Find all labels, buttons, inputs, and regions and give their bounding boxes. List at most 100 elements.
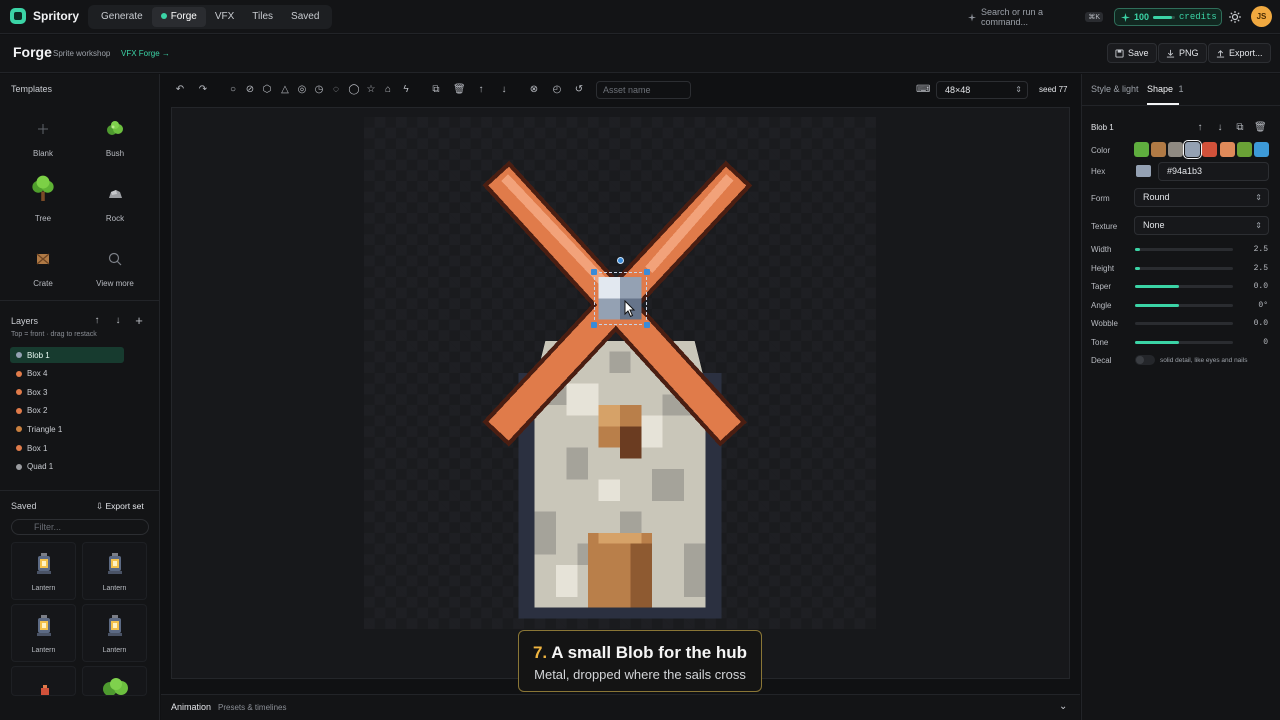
shape-cube-icon[interactable]: ⬡ [261, 84, 273, 96]
hex-input[interactable]: #94a1b3 [1158, 162, 1269, 181]
color-swatch[interactable] [1183, 140, 1203, 159]
add-layer-icon[interactable]: + [133, 314, 145, 327]
layer-item[interactable]: Box 4 [10, 366, 124, 382]
arrow-up-icon[interactable]: ↑ [475, 84, 487, 96]
shape-target-icon[interactable]: ◎ [296, 84, 308, 96]
selection-box [594, 272, 647, 325]
tab-shape[interactable]: Shape 1 [1147, 84, 1184, 94]
saved-item[interactable]: Lantern [82, 542, 147, 600]
layer-item[interactable]: Box 2 [10, 403, 124, 419]
asset-name-input[interactable]: Asset name [596, 81, 691, 99]
shape-bolt-icon[interactable]: ϟ [400, 84, 412, 96]
theme-toggle-icon[interactable] [1229, 11, 1241, 23]
nav-tab-vfx[interactable]: VFX [206, 7, 243, 27]
saved-item[interactable] [11, 666, 76, 696]
saved-item[interactable]: Lantern [82, 604, 147, 662]
template-label: Blank [32, 149, 53, 158]
canvas-size-select[interactable]: 48×48 ⇕ [936, 81, 1028, 99]
shape-circle-outline-icon[interactable]: ◯ [348, 84, 360, 96]
export-button[interactable]: Export... [1208, 43, 1271, 63]
form-select[interactable]: Round ⇕ [1134, 188, 1269, 207]
keyboard-icon[interactable]: ⌨ [916, 84, 930, 96]
windmill-sprite[interactable] [364, 117, 876, 629]
saved-filter-input[interactable]: Filter... [11, 519, 149, 535]
arrow-down-icon[interactable]: ↓ [498, 84, 510, 96]
nav-tab-generate[interactable]: Generate [92, 7, 152, 27]
slider-track[interactable] [1135, 322, 1233, 326]
template-rock[interactable]: Rock [85, 175, 145, 233]
duplicate-shape-icon[interactable]: ⧉ [1234, 122, 1246, 134]
color-swatch[interactable] [1236, 142, 1252, 157]
saved-item[interactable]: Lantern [11, 542, 76, 600]
resize-handle-br[interactable] [644, 322, 650, 328]
layer-item[interactable]: Blob 1 [10, 347, 124, 363]
color-swatch[interactable] [1253, 142, 1269, 157]
texture-select[interactable]: None ⇕ [1134, 216, 1269, 235]
slider-track[interactable] [1135, 248, 1233, 251]
tab-style-light[interactable]: Style & light [1091, 84, 1139, 94]
saved-item[interactable] [82, 666, 147, 696]
color-swatch[interactable] [1219, 142, 1235, 157]
color-swatch[interactable] [1151, 142, 1167, 157]
shape-link-icon[interactable]: ⊘ [244, 84, 256, 96]
mouse-cursor-icon [624, 300, 636, 318]
trash-icon[interactable]: 🗑 [453, 84, 466, 96]
slider-track[interactable] [1135, 303, 1233, 307]
user-avatar[interactable]: JS [1251, 6, 1272, 27]
png-button[interactable]: PNG [1158, 43, 1207, 63]
color-swatch[interactable] [1134, 142, 1149, 157]
caption-title: A small Blob for the hub [551, 643, 748, 662]
decal-toggle[interactable] [1135, 355, 1155, 365]
layer-item[interactable]: Box 3 [10, 384, 124, 400]
layer-item[interactable]: Box 1 [10, 440, 124, 456]
animation-bar[interactable]: Animation Presets & timelines ⌄ [161, 694, 1080, 720]
color-swatch[interactable] [1168, 142, 1184, 157]
export-set-button[interactable]: ⇩ Export set [96, 501, 144, 512]
color-swatch[interactable] [1202, 142, 1218, 157]
command-search[interactable]: Search or run a command... ⌘K [961, 7, 1107, 27]
slider-track[interactable] [1135, 266, 1233, 270]
app-logo[interactable]: Spritory [10, 8, 79, 24]
link-icon[interactable]: ⊗ [528, 84, 540, 96]
duplicate-icon[interactable]: ⧉ [430, 84, 442, 96]
template-bush[interactable]: Bush [85, 110, 145, 168]
shape-bell-icon[interactable]: ⌂ [382, 84, 394, 96]
shape-down-icon[interactable]: ↓ [1214, 122, 1226, 134]
shape-star-icon[interactable]: ☆ [365, 84, 377, 96]
vfx-forge-link[interactable]: VFX Forge → [121, 49, 170, 58]
history-icon[interactable]: ◴ [551, 84, 563, 96]
template-crate[interactable]: Crate [13, 240, 73, 298]
slider-track[interactable] [1135, 341, 1233, 344]
hex-color-chip[interactable] [1136, 165, 1151, 177]
chevron-down-icon[interactable]: ⌄ [1059, 701, 1067, 712]
credits-bar [1153, 15, 1176, 19]
shape-up-icon[interactable]: ↑ [1194, 122, 1206, 134]
shape-blob-icon[interactable]: ◌ [330, 84, 342, 96]
template-view-more[interactable]: View more [85, 240, 145, 298]
reset-icon[interactable]: ↺ [573, 84, 585, 96]
move-up-icon[interactable]: ↑ [91, 315, 103, 327]
layer-item[interactable]: Quad 1 [10, 459, 124, 475]
template-tree[interactable]: Tree [13, 175, 73, 233]
move-down-icon[interactable]: ↓ [112, 315, 124, 327]
nav-tab-tiles[interactable]: Tiles [243, 7, 282, 27]
decal-label: Decal [1091, 356, 1112, 365]
redo-icon[interactable]: ↷ [197, 84, 209, 96]
saved-item[interactable]: Lantern [11, 604, 76, 662]
resize-handle-tl[interactable] [591, 269, 597, 275]
resize-handle-bl[interactable] [591, 322, 597, 328]
shape-clock-icon[interactable]: ◷ [313, 84, 325, 96]
nav-tab-forge[interactable]: Forge [151, 7, 206, 27]
slider-track[interactable] [1135, 285, 1233, 289]
shape-triangle-icon[interactable]: △ [279, 84, 291, 96]
delete-shape-icon[interactable]: 🗑 [1254, 122, 1267, 134]
resize-handle-tr[interactable] [644, 269, 650, 275]
rotate-handle[interactable] [617, 257, 624, 264]
shape-circle-icon[interactable]: ○ [227, 84, 239, 96]
undo-icon[interactable]: ↶ [174, 84, 186, 96]
template-blank[interactable]: Blank [13, 110, 73, 168]
nav-tab-saved[interactable]: Saved [282, 7, 328, 27]
layer-item[interactable]: Triangle 1 [10, 421, 124, 437]
save-button[interactable]: Save [1107, 43, 1157, 63]
credits-badge[interactable]: 100 credits [1114, 8, 1222, 26]
